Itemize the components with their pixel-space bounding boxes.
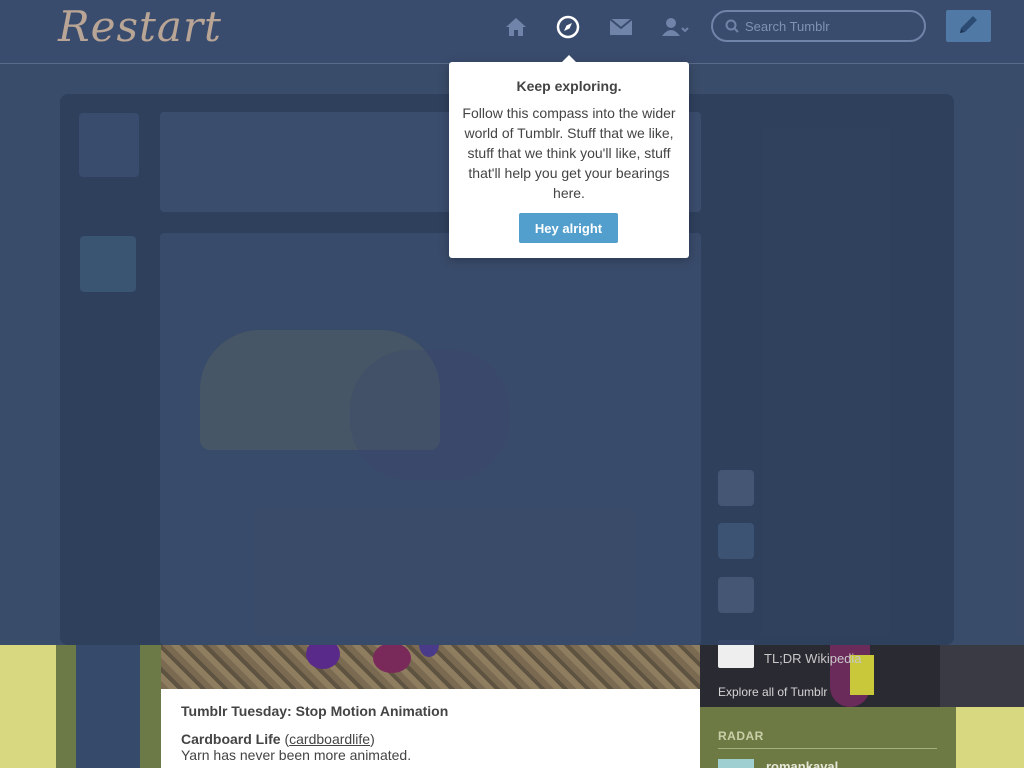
post-description: Yarn has never been more animated. bbox=[181, 747, 412, 763]
search-icon bbox=[725, 19, 739, 33]
background-panel-left bbox=[0, 645, 56, 768]
explore-all-link[interactable]: Explore all of Tumblr bbox=[718, 685, 827, 699]
avatar-column bbox=[76, 645, 140, 768]
tooltip-title: Keep exploring. bbox=[516, 78, 622, 94]
compose-button[interactable] bbox=[946, 10, 991, 42]
post-card: Tumblr Tuesday: Stop Motion Animation Ca… bbox=[161, 689, 701, 768]
tooltip-arrow bbox=[561, 55, 577, 63]
radar-username[interactable]: romankaval bbox=[766, 759, 838, 768]
mail-icon[interactable] bbox=[608, 14, 634, 40]
search-input[interactable] bbox=[745, 17, 915, 35]
compass-icon[interactable] bbox=[555, 14, 581, 40]
account-icon[interactable] bbox=[660, 14, 690, 40]
explore-tooltip: Keep exploring. Follow this compass into… bbox=[449, 55, 689, 258]
post-photo[interactable] bbox=[161, 645, 701, 689]
post-author-link[interactable]: cardboardlife bbox=[289, 731, 370, 747]
radar-panel: RADAR romankaval bbox=[700, 707, 956, 768]
logo[interactable]: Restart bbox=[58, 2, 222, 51]
radar-title: RADAR bbox=[718, 729, 764, 743]
hey-alright-button[interactable]: Hey alright bbox=[519, 213, 618, 243]
search-box[interactable] bbox=[711, 10, 926, 42]
pencil-icon bbox=[960, 16, 977, 33]
post-author: Cardboard Life (cardboardlife) bbox=[181, 731, 681, 747]
home-icon[interactable] bbox=[503, 14, 529, 40]
post-author-name: Cardboard Life bbox=[181, 731, 281, 747]
radar-divider bbox=[718, 748, 937, 749]
radar-avatar[interactable] bbox=[718, 759, 754, 768]
tooltip-body: Follow this compass into the wider world… bbox=[462, 105, 676, 201]
post-author-paren-close: ) bbox=[370, 731, 375, 747]
post-title: Tumblr Tuesday: Stop Motion Animation bbox=[181, 703, 449, 719]
top-nav-bar: Restart bbox=[0, 0, 1024, 64]
background-panel-right bbox=[956, 707, 1024, 768]
recommended-blog-name: TL;DR Wikipedia bbox=[764, 651, 862, 666]
